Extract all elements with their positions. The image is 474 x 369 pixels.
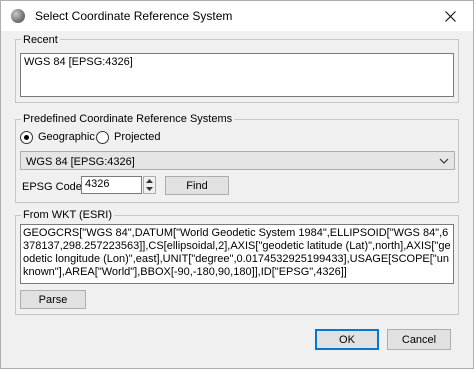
crs-dialog: Select Coordinate Reference System Recen… [0, 0, 474, 369]
title-bar: Select Coordinate Reference System [1, 1, 473, 31]
ok-button-label: OK [339, 333, 355, 346]
epsg-code-input[interactable]: 4326 [81, 176, 142, 194]
window-title: Select Coordinate Reference System [35, 9, 233, 23]
globe-icon [11, 9, 25, 23]
radio-projected-label[interactable]: Projected [114, 131, 160, 143]
find-button-label: Find [186, 179, 208, 192]
crs-combo[interactable]: WGS 84 [EPSG:4326] [20, 151, 455, 170]
spin-down-icon [146, 187, 153, 191]
close-icon [444, 10, 456, 22]
parse-button-label: Parse [38, 293, 68, 306]
cancel-button[interactable]: Cancel [387, 329, 451, 350]
wkt-text: GEOGCRS["WGS 84",DATUM["World Geodetic S… [23, 227, 451, 278]
find-button[interactable]: Find [165, 176, 229, 195]
epsg-spinner[interactable] [143, 176, 156, 194]
cancel-button-label: Cancel [401, 333, 437, 346]
crs-combo-value: WGS 84 [EPSG:4326] [26, 156, 135, 168]
recent-list-item[interactable]: WGS 84 [EPSG:4326] [24, 56, 133, 68]
spin-up-icon [146, 179, 153, 183]
recent-group-label: Recent [21, 34, 60, 46]
radio-geographic[interactable] [20, 131, 33, 144]
predefined-group-label: Predefined Coordinate Reference Systems [21, 113, 235, 125]
close-button[interactable] [427, 1, 473, 31]
parse-button[interactable]: Parse [20, 290, 86, 309]
radio-projected[interactable] [96, 131, 109, 144]
wkt-textarea[interactable]: GEOGCRS["WGS 84",DATUM["World Geodetic S… [20, 224, 454, 284]
epsg-code-value: 4326 [85, 178, 110, 190]
spin-down-button[interactable] [144, 184, 155, 194]
recent-list[interactable]: WGS 84 [EPSG:4326] [20, 53, 454, 97]
ok-button[interactable]: OK [315, 329, 379, 350]
radio-geographic-label[interactable]: Geographic [38, 131, 95, 143]
wkt-group-label: From WKT (ESRI) [21, 209, 115, 221]
epsg-code-label: EPSG Code [22, 181, 82, 193]
chevron-down-icon [439, 158, 449, 164]
